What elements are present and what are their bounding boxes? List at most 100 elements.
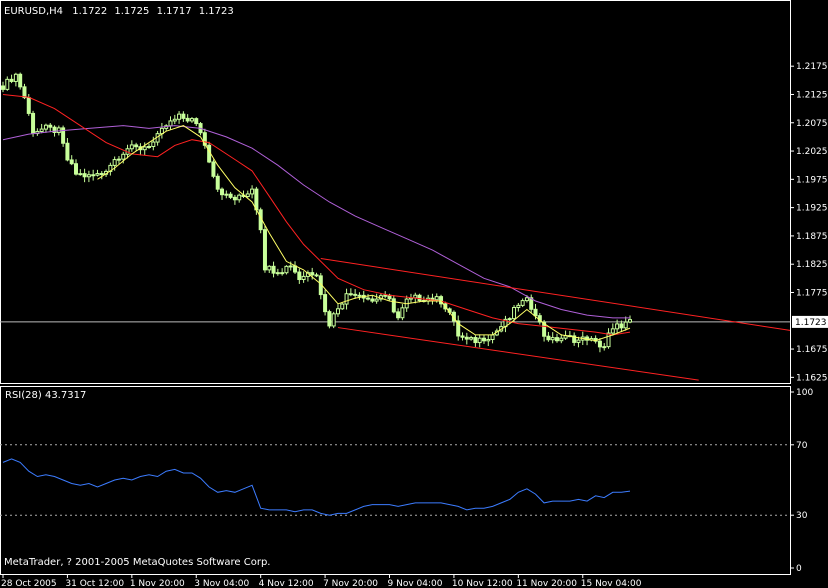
candle-body bbox=[254, 188, 259, 211]
candle-body bbox=[413, 294, 418, 299]
candle-body bbox=[69, 159, 74, 165]
time-tick-label: 15 Nov 04:00 bbox=[581, 579, 642, 588]
candle-body bbox=[417, 294, 422, 302]
candle bbox=[331, 311, 336, 329]
candle bbox=[490, 331, 495, 344]
channel-upper-line bbox=[320, 258, 791, 331]
candle-body bbox=[507, 318, 512, 321]
candle-body bbox=[383, 294, 388, 297]
candle-body bbox=[481, 337, 486, 342]
candle-body bbox=[95, 173, 100, 176]
candle-body bbox=[623, 321, 628, 329]
candle bbox=[86, 170, 91, 183]
candle bbox=[585, 335, 590, 346]
time-tick-label: 4 Nov 12:00 bbox=[259, 579, 314, 588]
candle bbox=[267, 265, 272, 274]
candle bbox=[164, 124, 169, 132]
candle bbox=[469, 335, 474, 341]
candle-body bbox=[477, 337, 482, 344]
main-pane-frame bbox=[0, 0, 791, 384]
candles bbox=[1, 72, 632, 353]
candle-body bbox=[610, 328, 615, 334]
candle-body bbox=[335, 308, 340, 315]
candle-body bbox=[284, 265, 289, 274]
candle-body bbox=[134, 144, 139, 148]
candle-body bbox=[606, 332, 611, 348]
candle-body bbox=[434, 296, 439, 301]
candle bbox=[610, 323, 615, 336]
candle bbox=[5, 76, 10, 91]
candle bbox=[550, 332, 555, 344]
candle bbox=[65, 138, 70, 162]
candle bbox=[529, 294, 534, 314]
candle bbox=[43, 123, 48, 133]
time-tick-label: 31 Oct 12:00 bbox=[65, 579, 124, 588]
candle-body bbox=[116, 158, 121, 161]
copyright-text: MetaTrader, ? 2001-2005 MetaQuotes Softw… bbox=[4, 557, 270, 568]
time-tick-label: 1 Nov 20:00 bbox=[130, 579, 185, 588]
candle-body bbox=[13, 73, 18, 82]
candle bbox=[456, 315, 461, 341]
candle-body bbox=[82, 173, 87, 178]
candle-body bbox=[172, 118, 177, 122]
candle-body bbox=[460, 335, 465, 338]
price-tick-label: 1.1975 bbox=[796, 175, 828, 185]
rsi-tick-label: 100 bbox=[796, 388, 813, 398]
candle bbox=[181, 111, 186, 122]
candle bbox=[396, 308, 401, 321]
candle-body bbox=[396, 311, 401, 319]
candle bbox=[258, 207, 263, 234]
candle-body bbox=[220, 188, 225, 196]
candle-body bbox=[65, 142, 70, 161]
channel-lower-line bbox=[337, 327, 699, 381]
candle bbox=[499, 322, 504, 333]
candle-body bbox=[99, 173, 104, 176]
candle bbox=[13, 72, 18, 87]
candle-body bbox=[194, 118, 199, 125]
candle bbox=[554, 333, 559, 343]
candle-body bbox=[310, 272, 315, 276]
candle-body bbox=[559, 337, 564, 342]
candle bbox=[95, 169, 100, 177]
rsi-tick-label: 0 bbox=[796, 564, 802, 574]
candle bbox=[147, 143, 152, 149]
ma-fast-line bbox=[97, 125, 631, 342]
time-tick-label: 3 Nov 04:00 bbox=[194, 579, 249, 588]
candle-body bbox=[31, 112, 36, 135]
candle-body bbox=[5, 78, 10, 90]
candle-body bbox=[267, 265, 272, 271]
rsi-pane-frame bbox=[0, 386, 791, 575]
price-tick-label: 1.1675 bbox=[796, 345, 828, 355]
candle bbox=[486, 335, 491, 347]
candle-body bbox=[366, 297, 371, 300]
candle bbox=[344, 288, 349, 310]
candle-body bbox=[250, 188, 255, 195]
price-tick-label: 1.1625 bbox=[796, 373, 828, 383]
candle bbox=[593, 335, 598, 344]
candle bbox=[374, 293, 379, 304]
candle-body bbox=[142, 146, 147, 151]
candle bbox=[232, 194, 237, 205]
candle bbox=[391, 295, 396, 314]
candle bbox=[134, 142, 139, 151]
candle bbox=[516, 302, 521, 312]
candle bbox=[108, 162, 113, 176]
candle-body bbox=[43, 124, 48, 130]
candle bbox=[335, 304, 340, 317]
candle-body bbox=[615, 323, 620, 330]
candle bbox=[275, 268, 280, 276]
time-tick-label: 28 Oct 2005 bbox=[1, 579, 57, 588]
candle bbox=[116, 156, 121, 164]
candle-body bbox=[490, 334, 495, 341]
candle-body bbox=[56, 127, 61, 133]
candle bbox=[69, 155, 74, 166]
candle-body bbox=[18, 73, 23, 88]
candle-body bbox=[215, 175, 220, 190]
candle bbox=[284, 265, 289, 275]
candle bbox=[357, 292, 362, 300]
candle bbox=[39, 123, 44, 134]
candle-body bbox=[1, 85, 5, 90]
price-tick-label: 1.1825 bbox=[796, 260, 828, 270]
candle bbox=[623, 316, 628, 331]
candle bbox=[271, 261, 276, 278]
